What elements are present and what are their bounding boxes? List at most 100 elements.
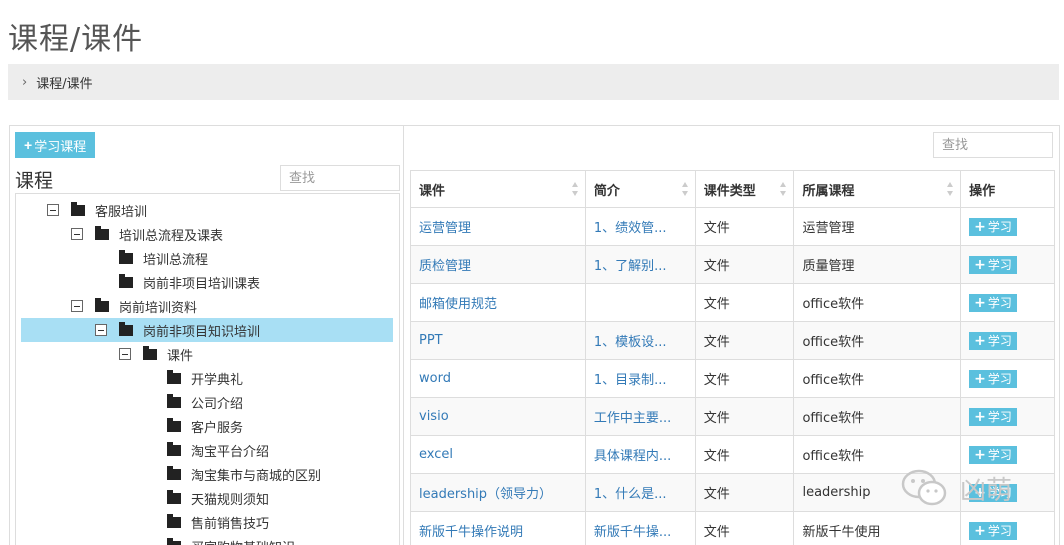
course-panel-label: 课程 (15, 170, 54, 192)
folder-icon (119, 321, 133, 336)
plus-icon: + (974, 256, 986, 273)
plus-icon: + (974, 522, 986, 539)
plus-icon: + (974, 294, 986, 311)
tree-node[interactable]: 淘宝集市与商城的区别 (21, 462, 393, 486)
plus-icon: + (974, 370, 986, 387)
table-row: 运营管理 1、绩效管... 文件 运营管理 + 学习 (410, 207, 1055, 246)
tree-node[interactable]: 公司介绍 (21, 390, 393, 414)
course-tree-panel: + 学习课程 课程 客服培训培训总流程及课表培训总流程岗前非项目培训课表岗前培训… (9, 125, 404, 545)
tree-node-label: 开学典礼 (191, 372, 244, 388)
column-header-course[interactable]: 所属课程 (793, 170, 962, 208)
study-button[interactable]: + 学习 (969, 369, 1017, 388)
tree-node[interactable]: 培训总流程及课表 (21, 222, 393, 246)
add-study-course-button[interactable]: + 学习课程 (15, 132, 96, 158)
action-cell: + 学习 (960, 207, 1055, 246)
tree-node[interactable]: 开学典礼 (21, 366, 393, 390)
courseware-name-cell[interactable]: visio (410, 397, 586, 436)
courseware-name-cell[interactable]: 运营管理 (410, 207, 586, 246)
courseware-name-cell[interactable]: 邮箱使用规范 (410, 283, 586, 322)
breadcrumb-item[interactable]: 课程/课件 (36, 73, 92, 92)
folder-icon (95, 297, 109, 312)
table-search-input[interactable] (933, 132, 1053, 158)
type-cell: 文件 (694, 511, 795, 545)
study-button[interactable]: + 学习 (969, 445, 1017, 464)
tree-node-label: 淘宝平台介绍 (191, 444, 270, 460)
study-button[interactable]: + 学习 (969, 407, 1017, 426)
study-button[interactable]: + 学习 (969, 331, 1017, 350)
tree-node[interactable]: 岗前培训资料 (21, 294, 393, 318)
tree-node-label: 天猫规则须知 (191, 492, 270, 508)
study-button-label: 学习 (987, 296, 1012, 310)
course-cell: office软件 (793, 359, 962, 398)
courseware-name-cell[interactable]: word (410, 359, 586, 398)
folder-icon (119, 273, 133, 288)
tree-node-label: 买家购物基础知识 (191, 537, 295, 545)
courseware-name-cell[interactable]: 质检管理 (410, 245, 586, 284)
intro-cell[interactable]: 具体课程内... (584, 435, 696, 474)
study-button[interactable]: + 学习 (969, 521, 1017, 540)
folder-icon (167, 465, 181, 480)
collapse-toggle-icon[interactable] (95, 324, 107, 336)
tree-node[interactable]: 课件 (21, 342, 393, 366)
action-cell: + 学习 (960, 321, 1055, 360)
table-row: 质检管理 1、了解别... 文件 质量管理 + 学习 (410, 245, 1055, 284)
column-header-intro[interactable]: 简介 (584, 170, 696, 208)
tree-node-label: 客户服务 (191, 420, 244, 436)
sort-icon (947, 182, 954, 197)
type-cell: 文件 (694, 359, 795, 398)
courseware-name-cell[interactable]: PPT (410, 321, 586, 360)
collapse-toggle-icon[interactable] (71, 300, 83, 312)
courseware-name-cell[interactable]: leadership（领导力） (410, 473, 586, 512)
intro-cell[interactable]: 1、目录制... (584, 359, 696, 398)
study-button-label: 学习 (987, 372, 1012, 386)
folder-icon (167, 417, 181, 432)
column-header-courseware[interactable]: 课件 (410, 170, 586, 208)
intro-cell[interactable]: 1、绩效管... (584, 207, 696, 246)
intro-cell[interactable]: 1、模板设... (584, 321, 696, 360)
tree-node[interactable]: 买家购物基础知识 (21, 534, 393, 545)
study-button-label: 学习 (987, 220, 1012, 234)
courseware-name-cell[interactable]: 新版千牛操作说明 (410, 511, 586, 545)
course-cell: 运营管理 (793, 207, 962, 246)
plus-icon: + (974, 446, 986, 463)
tree-node[interactable]: 客户服务 (21, 414, 393, 438)
study-button-label: 学习 (987, 524, 1012, 538)
study-button[interactable]: + 学习 (969, 293, 1017, 312)
intro-cell[interactable] (584, 283, 696, 322)
study-button[interactable]: + 学习 (969, 255, 1017, 274)
action-cell: + 学习 (960, 283, 1055, 322)
tree-node-label: 课件 (167, 348, 194, 364)
action-cell: + 学习 (960, 397, 1055, 436)
collapse-toggle-icon[interactable] (47, 204, 59, 216)
collapse-toggle-icon[interactable] (119, 348, 131, 360)
column-header-type[interactable]: 课件类型 (694, 170, 795, 208)
tree-node-label: 岗前非项目知识培训 (143, 324, 261, 340)
tree-node[interactable]: 岗前非项目知识培训 (21, 318, 393, 342)
intro-cell[interactable]: 工作中主要... (584, 397, 696, 436)
tree-node[interactable]: 天猫规则须知 (21, 486, 393, 510)
course-cell: office软件 (793, 397, 962, 436)
tree-search-input[interactable] (280, 165, 400, 191)
courseware-name-cell[interactable]: excel (410, 435, 586, 474)
intro-cell[interactable]: 1、了解别... (584, 245, 696, 284)
folder-icon (167, 537, 181, 545)
sort-icon (780, 182, 787, 197)
collapse-toggle-icon[interactable] (71, 228, 83, 240)
type-cell: 文件 (694, 245, 795, 284)
folder-icon (95, 225, 109, 240)
folder-icon (71, 201, 85, 216)
tree-node-label: 培训总流程 (143, 252, 209, 268)
intro-cell[interactable]: 新版千牛操... (584, 511, 696, 545)
wechat-icon (901, 469, 947, 506)
study-button[interactable]: + 学习 (969, 217, 1017, 236)
tree-node[interactable]: 客服培训 (21, 198, 393, 222)
type-cell: 文件 (694, 435, 795, 474)
tree-node[interactable]: 售前销售技巧 (21, 510, 393, 534)
tree-node[interactable]: 培训总流程 (21, 246, 393, 270)
table-row: PPT 1、模板设... 文件 office软件 + 学习 (410, 321, 1055, 360)
tree-node[interactable]: 岗前非项目培训课表 (21, 270, 393, 294)
type-cell: 文件 (694, 397, 795, 436)
tree-node[interactable]: 淘宝平台介绍 (21, 438, 393, 462)
intro-cell[interactable]: 1、什么是... (584, 473, 696, 512)
tree-node-label: 售前销售技巧 (191, 516, 270, 532)
